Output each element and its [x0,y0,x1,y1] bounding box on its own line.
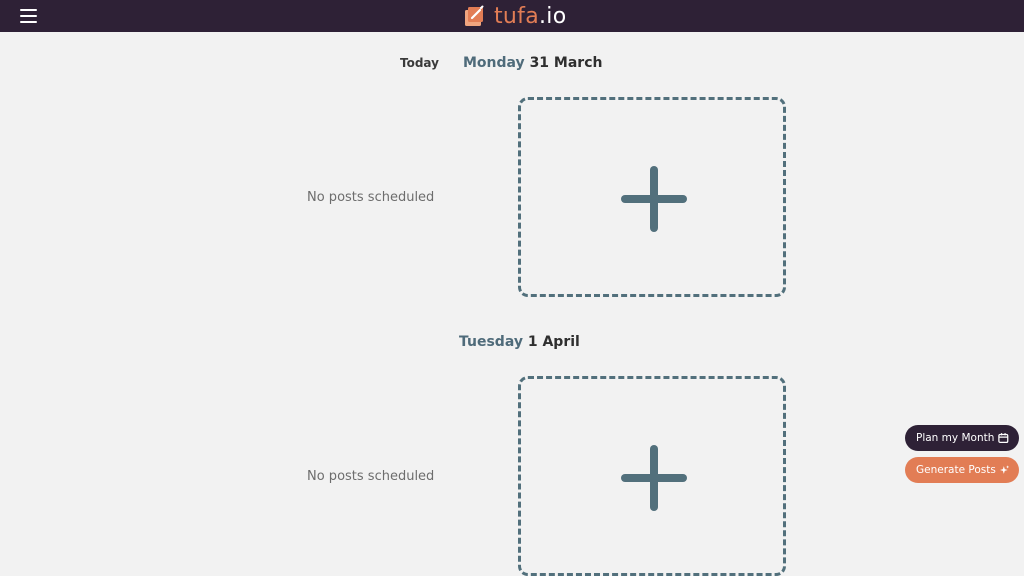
generate-posts-button[interactable]: Generate Posts [905,457,1019,483]
add-post-button[interactable] [518,97,786,297]
no-posts-message: No posts scheduled [307,469,435,484]
sparkle-icon [999,465,1009,474]
top-navigation-bar: tufa.io [0,0,1024,32]
today-label: Today [400,56,439,70]
tufa-logo-icon [465,5,484,26]
hamburger-menu-icon[interactable] [20,9,37,23]
plan-my-month-label: Plan my Month [916,432,995,444]
brand-logo[interactable]: tufa.io [464,3,566,29]
day-header-tuesday: Tuesday 1 April [459,334,580,350]
day-header-monday: Monday 31 March [463,55,602,71]
plan-my-month-button[interactable]: Plan my Month [905,425,1019,451]
day-weekday: Monday [463,55,525,71]
day-date: 31 March [529,55,603,71]
calendar-icon [998,433,1009,444]
plus-icon [621,445,687,511]
day-date: 1 April [527,334,580,350]
add-post-button[interactable] [518,376,786,576]
plus-icon [621,166,687,232]
generate-posts-label: Generate Posts [916,464,996,476]
no-posts-message: No posts scheduled [307,190,435,205]
day-weekday: Tuesday [459,334,523,350]
brand-name: tufa.io [494,3,567,29]
